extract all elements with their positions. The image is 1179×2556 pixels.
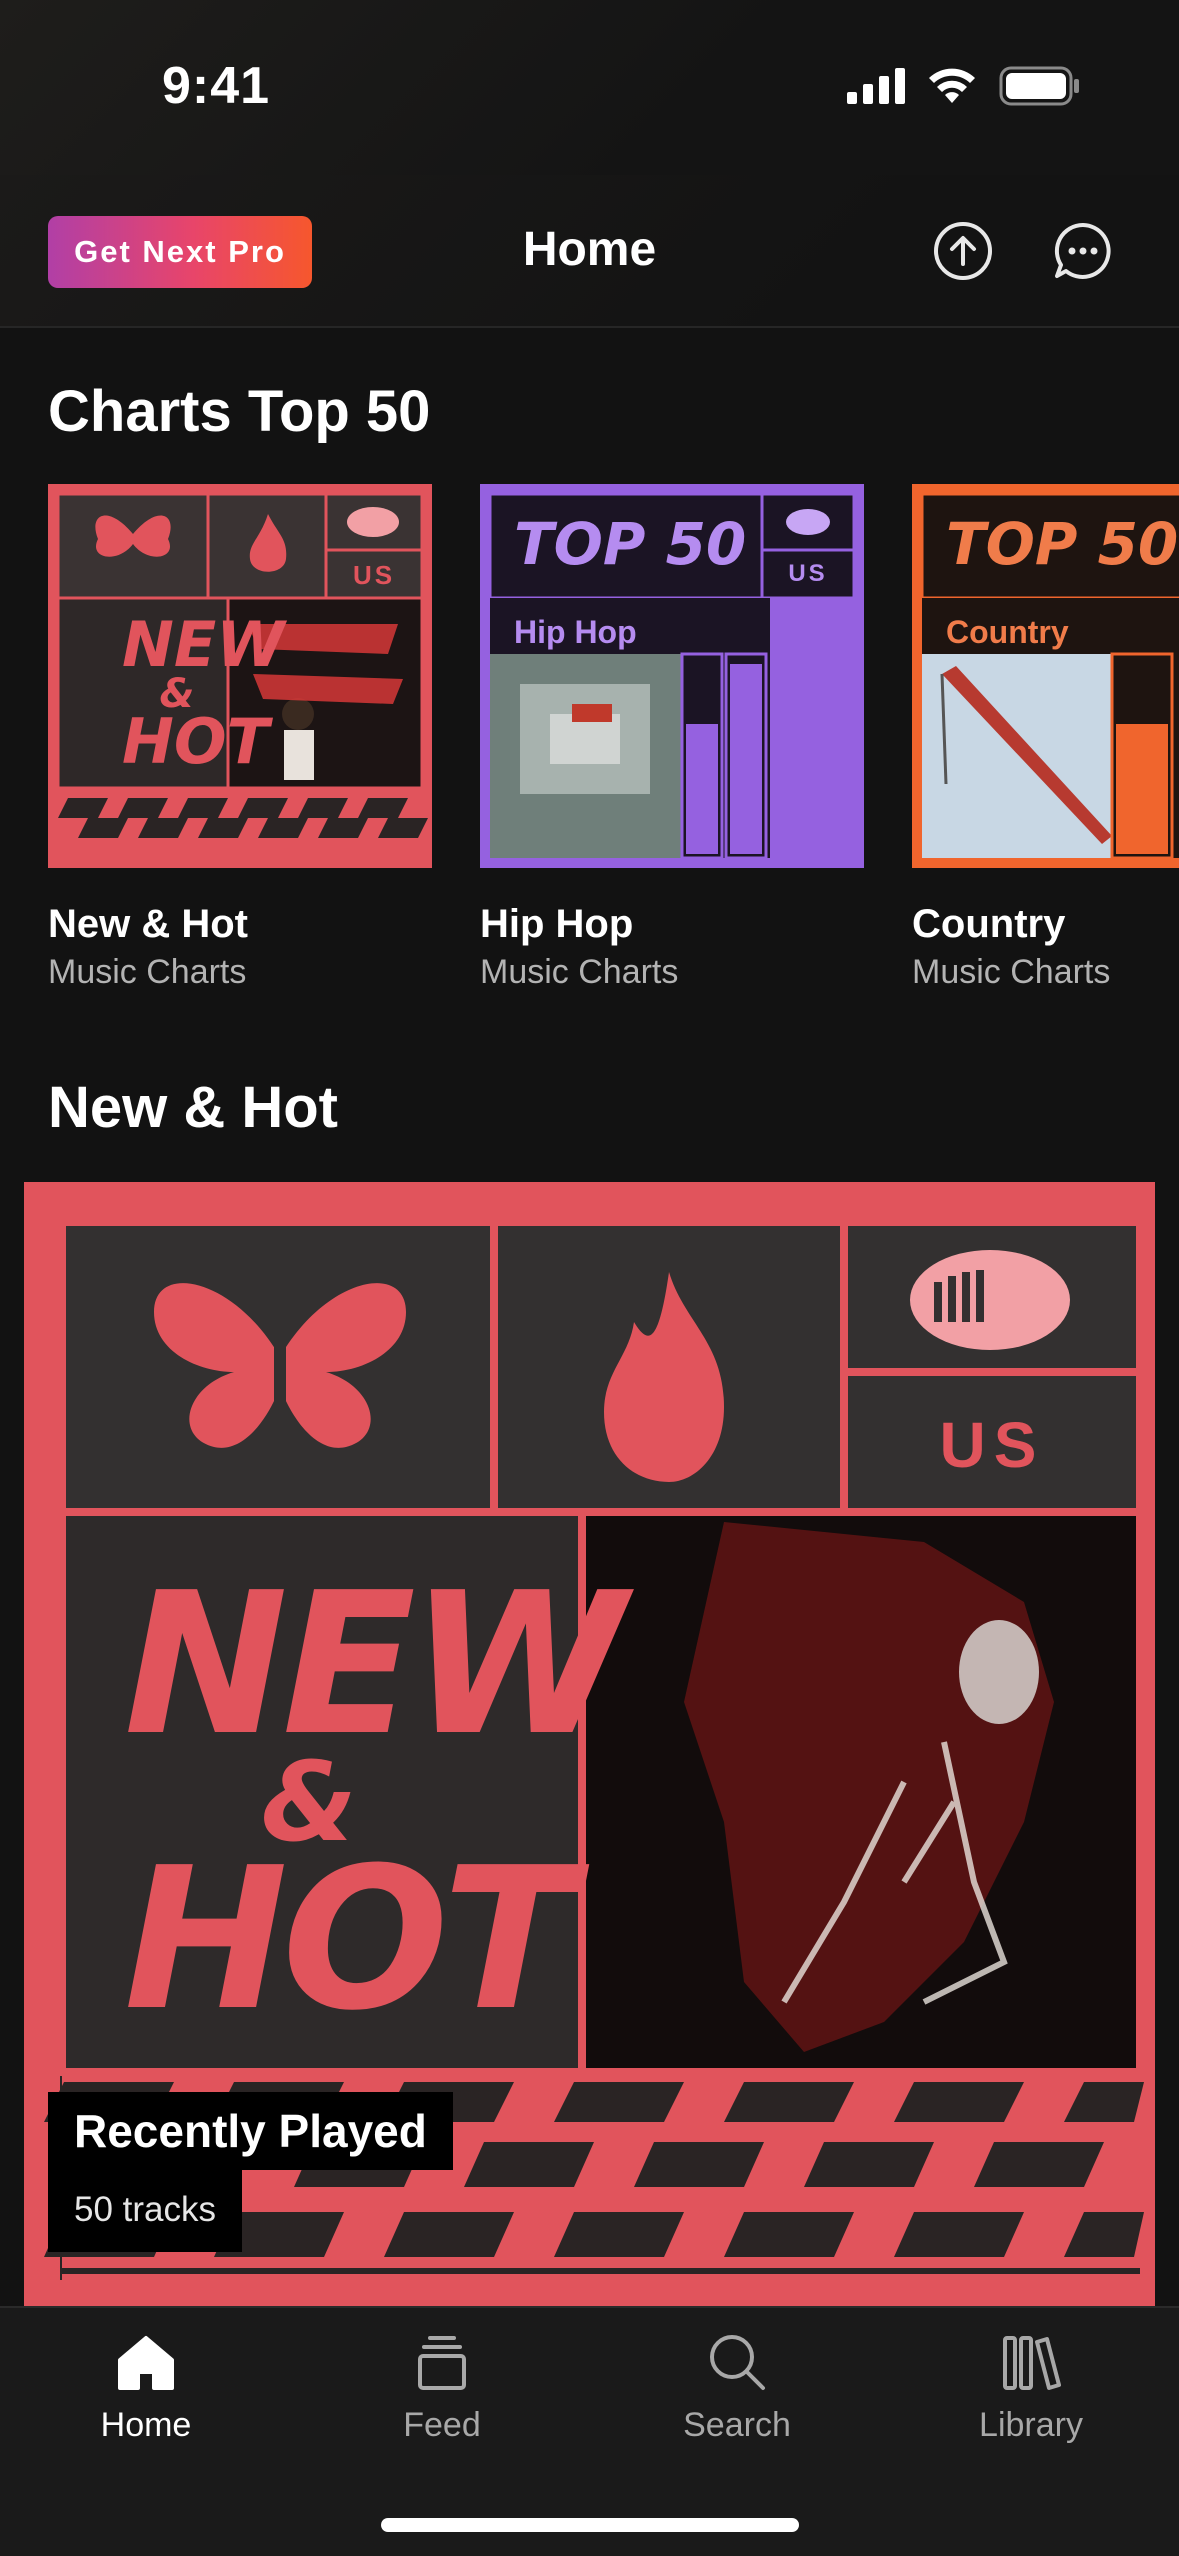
feed-icon	[418, 2336, 466, 2390]
chart-card-title: New & Hot	[48, 902, 248, 946]
upload-icon[interactable]	[932, 220, 994, 282]
tab-feed[interactable]: Feed	[332, 2330, 552, 2445]
big-cover-line-3: HOT	[124, 1826, 576, 2055]
tab-label: Feed	[403, 2406, 481, 2444]
get-next-pro-button[interactable]: Get Next Pro	[48, 216, 312, 288]
chart-card-subtitle: Music Charts	[480, 953, 679, 991]
cellular-signal-icon	[847, 68, 905, 104]
playlist-title: Recently Played	[48, 2092, 453, 2170]
chart-card-subtitle: Music Charts	[912, 953, 1111, 991]
cover-line-1: NEW	[122, 608, 285, 681]
tab-label: Home	[100, 2406, 192, 2444]
chart-card-new-hot[interactable]: NEW & HOT US New & Hot Music Charts	[48, 484, 432, 992]
tab-home[interactable]: Home	[36, 2330, 256, 2445]
library-icon	[1003, 2336, 1061, 2390]
big-cover-badge-us: US	[939, 1409, 1045, 1481]
charts-section-title: Charts Top 50	[48, 379, 431, 444]
recently-played-card[interactable]: NEW & HOT US Recently Played 50 tracks	[24, 1182, 1155, 2306]
status-icons	[847, 66, 1081, 106]
cover-genre: Hip Hop	[514, 614, 637, 650]
chart-card-country[interactable]: TOP 50 Country Country Music Charts	[912, 484, 1179, 992]
chart-card-title: Country	[912, 902, 1066, 946]
big-cover-line-1: NEW	[124, 1551, 626, 1779]
cover-badge-us: US	[352, 560, 396, 590]
chart-card-title: Hip Hop	[480, 902, 634, 946]
cover-heading: TOP 50	[946, 510, 1179, 578]
cover-line-3: HOT	[122, 704, 269, 778]
wifi-icon	[929, 68, 975, 103]
chart-card-hip-hop[interactable]: TOP 50 Hip Hop US Hip Hop Music Charts	[480, 484, 864, 992]
new-hot-cover-wordmark: NEW & HOT	[122, 608, 285, 778]
big-cover-wordmark: NEW & HOT	[124, 1551, 626, 2055]
tab-search[interactable]: Search	[627, 2330, 847, 2445]
messages-icon[interactable]	[1052, 220, 1114, 282]
battery-icon	[999, 66, 1079, 106]
home-icon	[118, 2336, 174, 2390]
tab-label: Library	[979, 2406, 1083, 2444]
chart-cover-hip-hop: TOP 50 Hip Hop US	[480, 484, 864, 868]
new-hot-section-title: New & Hot	[48, 1075, 338, 1140]
tab-library[interactable]: Library	[921, 2330, 1141, 2445]
charts-carousel[interactable]: NEW & HOT US New & Hot Music Charts TOP …	[48, 484, 1179, 1004]
search-icon	[710, 2335, 765, 2390]
home-indicator	[381, 2518, 799, 2532]
cover-genre: Country	[946, 614, 1069, 650]
cover-badge-us: US	[788, 560, 828, 587]
chart-cover-country: TOP 50 Country	[912, 484, 1179, 868]
chart-cover-new-hot: NEW & HOT US	[48, 484, 432, 868]
status-bar: 9:41	[0, 0, 1179, 175]
tab-label: Search	[683, 2406, 791, 2444]
cover-heading: TOP 50	[514, 510, 747, 578]
chart-card-subtitle: Music Charts	[48, 953, 247, 991]
playlist-track-count: 50 tracks	[48, 2168, 242, 2252]
top-nav: Get Next Pro Home	[0, 175, 1179, 328]
status-time: 9:41	[162, 57, 271, 115]
